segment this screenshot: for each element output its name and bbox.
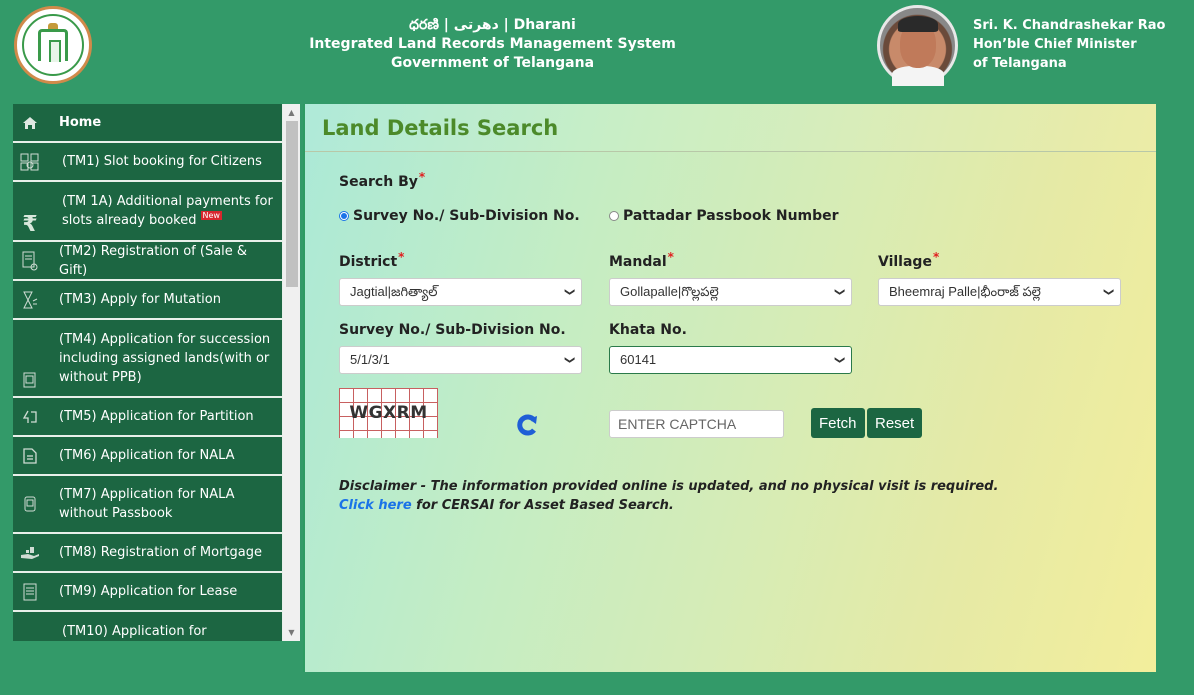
search-by-label: Search By* [339,170,426,190]
radio-button-unchecked[interactable] [609,211,619,221]
sidebar-item-home[interactable]: Home [13,104,283,143]
sidebar-item-label: (TM2) Registration of (Sale & Gift) [59,243,248,278]
scroll-up-arrow-icon[interactable]: ▲ [283,104,300,121]
sidebar-item-tm3-mutation[interactable]: (TM3) Apply for Mutation [13,281,283,320]
sidebar-item-tm6-nala[interactable]: (TM6) Application for NALA [13,437,283,476]
sidebar-item-label: (TM 1A) Additional payments for slots al… [62,194,273,228]
disclaimer-text: Disclaimer - The information provided on… [339,479,999,494]
sidebar-item-label: (TM6) Application for NALA [59,448,235,463]
survey-number-label: Survey No./ Sub-Division No. [339,322,566,338]
radio-label: Pattadar Passbook Number [623,208,839,224]
sidebar-item-tm7-nala-without-passbook[interactable]: (TM7) Application for NALA without Passb… [13,476,283,534]
sidebar-item-label: (TM5) Application for Partition [59,409,254,424]
khata-number-label: Khata No. [609,322,687,338]
site-title: ధరణి | دھرتی | Dharani Integrated Land R… [300,16,685,73]
captcha-text: WGXRM [349,403,428,423]
sidebar-item-tm4-succession[interactable]: (TM4) Application for succession includi… [13,320,283,398]
cm-title: Hon’ble Chief Minister [973,37,1137,52]
sidebar-item-label: (TM1) Slot booking for Citizens [62,154,262,169]
chief-minister-caption: Sri. K. Chandrashekar Rao Hon’ble Chief … [973,16,1165,73]
chevron-down-icon: ❯ [833,287,845,297]
captcha-image: WGXRM [339,388,438,438]
sidebar-item-tm1-slot-booking[interactable]: (TM1) Slot booking for Citizens [13,143,283,182]
page-title: Land Details Search [322,116,559,140]
title-line-system: Integrated Land Records Management Syste… [309,36,676,52]
title-line-dharani: ధరణి | دھرتی | Dharani [409,17,576,33]
district-select[interactable]: Jagtial|జగిత్యాల్ ❯ [339,278,582,306]
cm-state: of Telangana [973,56,1067,71]
mandal-selected-value: Gollapalle|గొల్లపల్లె [620,284,719,299]
chevron-down-icon: ❯ [563,287,575,297]
partition-icon [13,398,47,435]
sidebar-scrollbar[interactable]: ▲ ▼ [283,104,300,641]
sidebar-item-tm5-partition[interactable]: (TM5) Application for Partition [13,398,283,437]
document-icon [13,622,47,641]
mutation-icon [13,281,47,318]
document-icon [13,437,47,474]
survey-number-select[interactable]: 5/1/3/1 ❯ [339,346,582,374]
district-label: District* [339,250,405,270]
radio-label: Survey No./ Sub-Division No. [353,208,580,224]
district-selected-value: Jagtial|జగిత్యాల్ [350,284,438,299]
cm-name: Sri. K. Chandrashekar Rao [973,18,1166,33]
sidebar-item-label: (TM9) Application for Lease [59,584,238,599]
sidebar-item-label: (TM8) Registration of Mortgage [59,545,262,560]
sidebar-item-label: Home [59,115,102,130]
village-select[interactable]: Bheemraj Palle|భీంరాజ్ పల్లె ❯ [878,278,1121,306]
radio-pattadar-passbook[interactable]: Pattadar Passbook Number [609,208,839,224]
khata-number-select[interactable]: 60141 ❯ [609,346,852,374]
refresh-captcha-icon[interactable] [515,412,541,438]
required-asterisk: * [418,170,426,184]
land-details-search-panel: Land Details Search Search By* Survey No… [303,104,1156,672]
succession-icon [13,320,47,396]
scroll-down-arrow-icon[interactable]: ▼ [283,624,300,641]
khata-selected-value: 60141 [620,352,657,367]
header: ధరణి | دھرتی | Dharani Integrated Land R… [0,0,1194,100]
survey-selected-value: 5/1/3/1 [350,352,390,367]
sidebar-item-tm8-mortgage[interactable]: (TM8) Registration of Mortgage [13,534,283,573]
reset-button[interactable]: Reset [867,408,923,438]
chevron-down-icon: ❯ [833,355,845,365]
telangana-emblem-logo [14,6,92,84]
passbook-icon [13,476,47,532]
sidebar-menu: Home (TM1) Slot booking for Citizens ₹ (… [13,104,283,641]
sidebar-item-label: (TM7) Application for NALA without Passb… [59,487,235,521]
village-label: Village* [878,250,940,270]
title-line-government: Government of Telangana [390,55,595,71]
new-badge: New [200,211,222,220]
sidebar-item-label: (TM3) Apply for Mutation [59,292,221,307]
chevron-down-icon: ❯ [1102,287,1114,297]
sidebar-item-label: (TM10) Application for [62,624,207,639]
scroll-thumb[interactable] [286,121,298,287]
cersai-text: for CERSAI for Asset Based Search. [411,498,674,513]
cersai-click-here-link[interactable]: Click here [339,498,412,513]
sidebar-item-tm2-registration[interactable]: (TM2) Registration of (Sale & Gift) [13,242,283,281]
sidebar: Home (TM1) Slot booking for Citizens ₹ (… [13,104,300,641]
chevron-down-icon: ❯ [563,355,575,365]
slot-grid-icon [13,143,47,180]
disclaimer: Disclaimer - The information provided on… [339,477,1119,515]
panel-header: Land Details Search [305,104,1156,152]
fetch-button[interactable]: Fetch [811,408,865,438]
mortgage-hand-icon [13,534,47,571]
sidebar-item-tm9-lease[interactable]: (TM9) Application for Lease [13,573,283,612]
sidebar-item-tm10[interactable]: (TM10) Application for [13,612,283,641]
radio-button-checked[interactable] [339,211,349,221]
home-icon [13,104,47,141]
chief-minister-photo [877,5,958,86]
sidebar-item-tm1a-additional-payments[interactable]: ₹ (TM 1A) Additional payments for slots … [13,182,283,242]
lease-document-icon [13,573,47,610]
rupee-icon: ₹ [22,212,38,237]
mandal-select[interactable]: Gollapalle|గొల్లపల్లె ❯ [609,278,852,306]
cersai-line: Click here for CERSAI for Asset Based Se… [339,496,1119,515]
village-selected-value: Bheemraj Palle|భీంరాజ్ పల్లె [889,284,1041,299]
sidebar-item-label: (TM4) Application for succession includi… [59,331,271,385]
mandal-label: Mandal* [609,250,674,270]
captcha-input[interactable] [609,410,784,438]
document-sign-icon [13,242,47,279]
radio-survey-number[interactable]: Survey No./ Sub-Division No. [339,208,580,224]
